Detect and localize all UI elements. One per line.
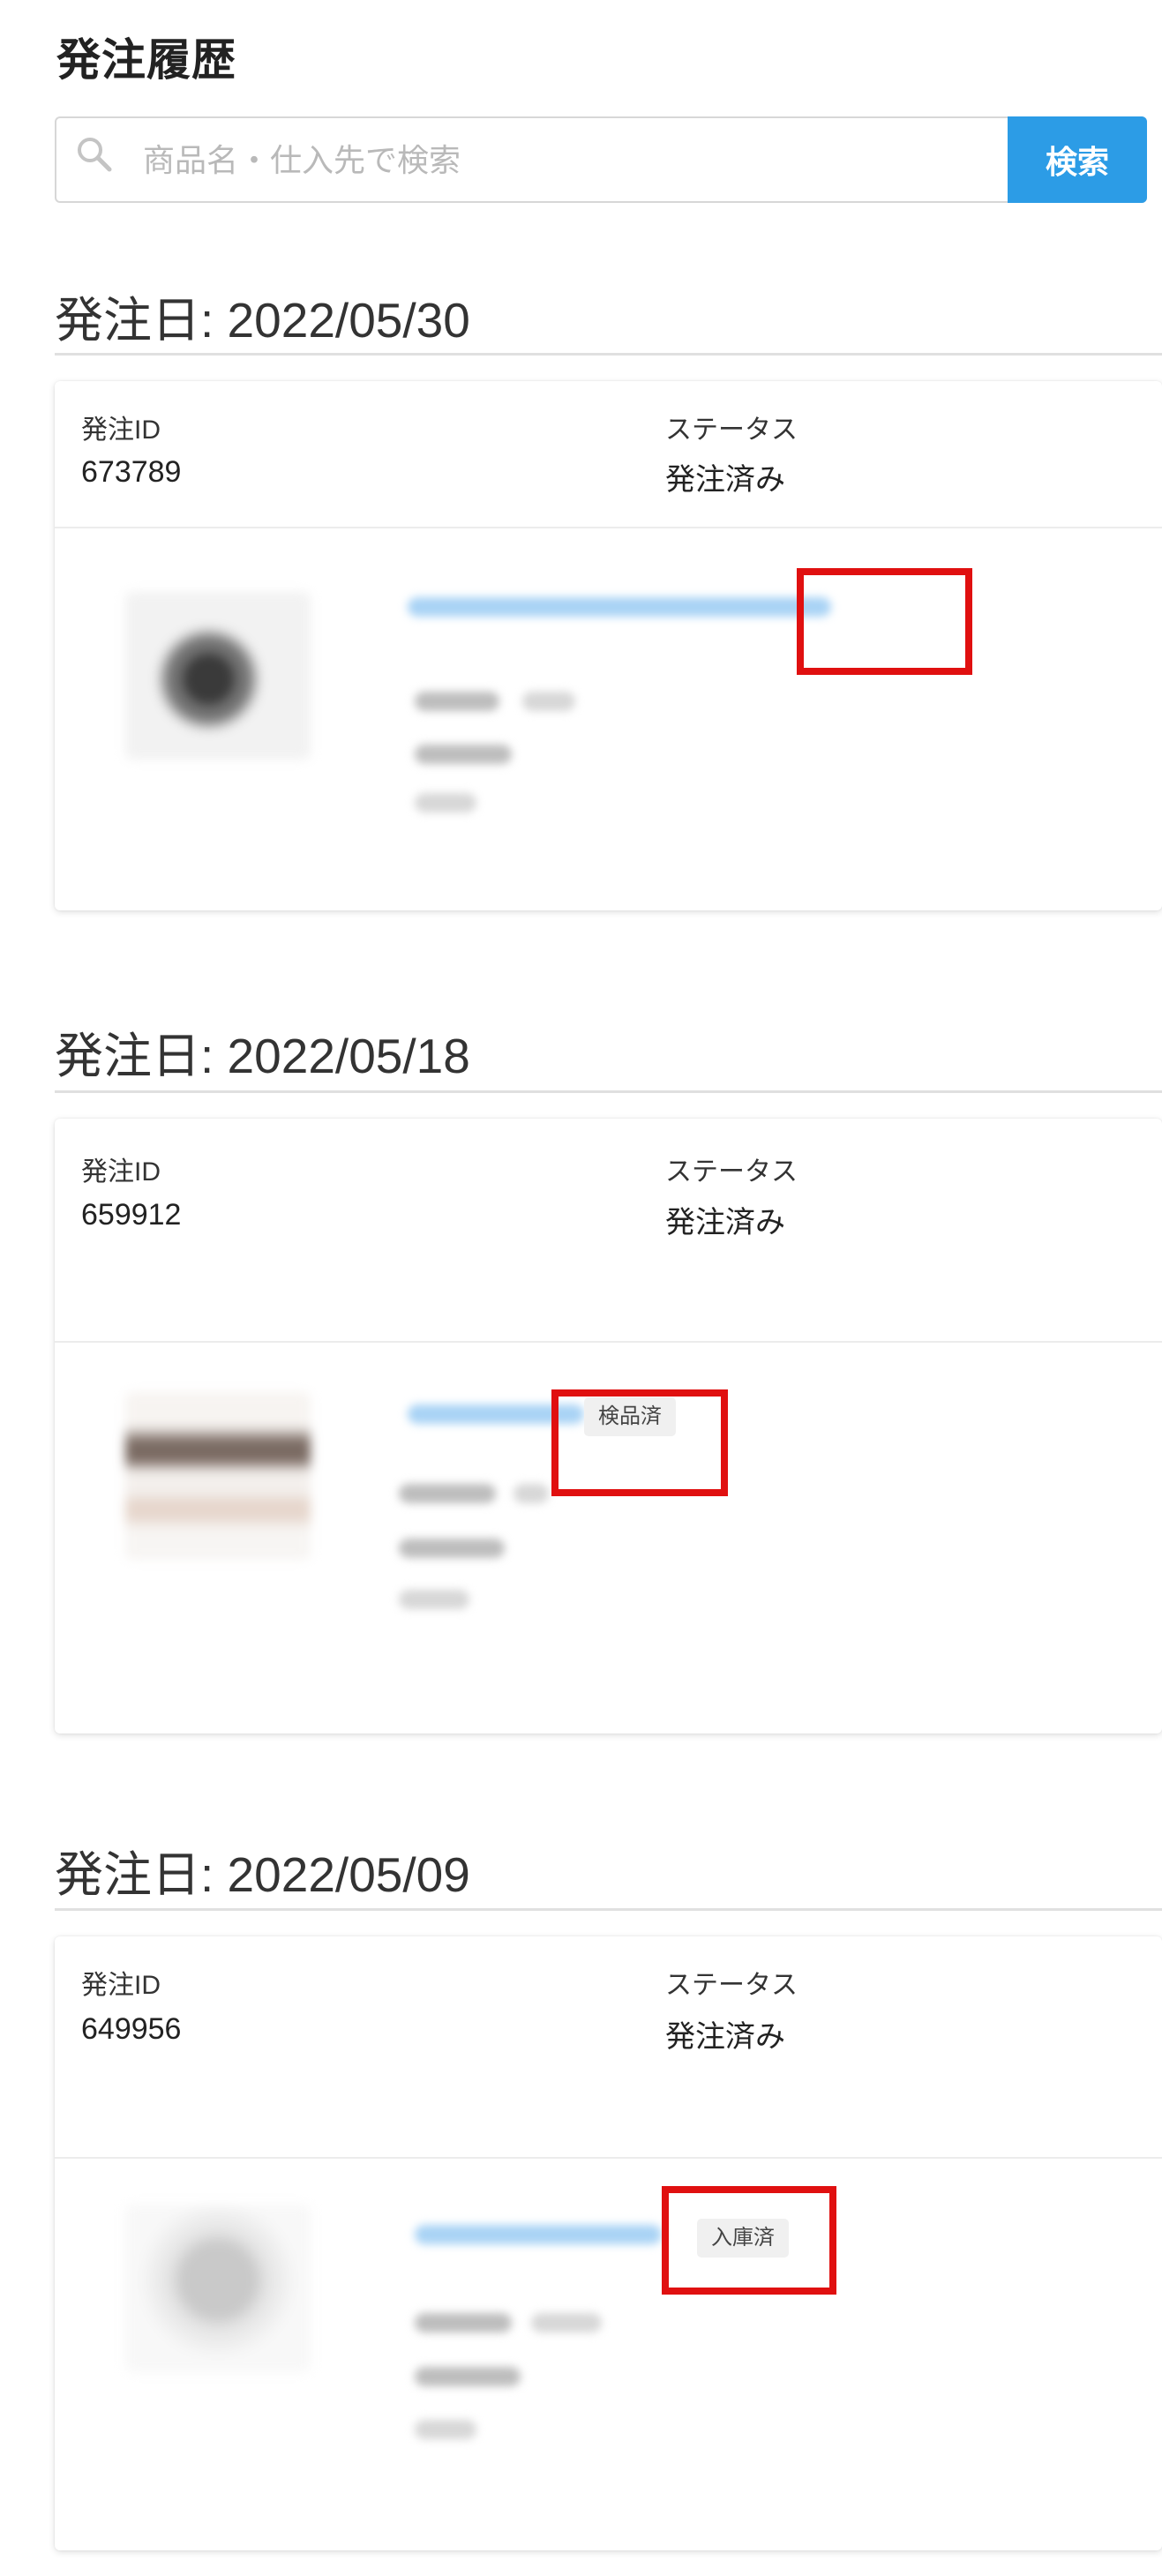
product-detail-line [415,692,499,711]
search-box [55,116,1147,203]
search-icon [78,138,112,172]
status-label: ステータス [665,416,798,445]
divider [55,1908,1162,1911]
search-input[interactable] [141,118,1027,203]
product-thumbnail [125,592,311,760]
annotation-highlight-box [551,1389,728,1496]
order-card-header: 発注ID 659912 ステータス 発注済み [55,1119,1162,1343]
product-detail-line [399,1539,505,1558]
order-history-page: 発注履歴 検索 発注日: 2022/05/30 発注ID 673789 ステータ… [0,0,1162,2576]
order-card-header: 発注ID 673789 ステータス 発注済み [55,381,1162,528]
product-detail-line [415,2367,521,2386]
order-id-value: 659912 [81,1198,182,1232]
divider [55,353,1162,356]
product-thumbnail [125,1392,311,1560]
order-date-heading: 発注日: 2022/05/30 [55,293,470,348]
product-detail-line [522,692,575,711]
order-id-value: 649956 [81,2012,182,2046]
order-item [55,528,1162,910]
order-item: 入庫済 [55,2159,1162,2550]
order-id-label: 発注ID [81,1157,161,1187]
search-button[interactable]: 検索 [1008,116,1147,203]
status-value: 発注済み [665,463,785,497]
product-detail-line [415,2420,476,2439]
status-label: ステータス [665,1971,798,2000]
product-detail-line [415,793,476,812]
product-detail-line [415,2313,512,2333]
page-title: 発注履歴 [56,35,236,85]
product-detail-line [531,2313,602,2333]
product-name-link[interactable] [408,597,831,617]
order-id-label: 発注ID [81,416,161,445]
order-card: 発注ID 649956 ステータス 発注済み 入庫済 [55,1936,1162,2550]
order-card-header: 発注ID 649956 ステータス 発注済み [55,1936,1162,2159]
product-thumbnail [125,2205,311,2372]
order-id-label: 発注ID [81,1971,161,2000]
order-card: 発注ID 673789 ステータス 発注済み [55,381,1162,910]
annotation-highlight-box [797,568,972,675]
divider [55,1090,1162,1093]
status-label: ステータス [665,1157,798,1187]
product-detail-line [399,1484,496,1503]
product-detail-line [415,745,512,764]
status-value: 発注済み [665,1206,785,1239]
product-detail-line [514,1484,549,1503]
product-detail-line [399,1590,469,1609]
order-date-heading: 発注日: 2022/05/18 [55,1029,470,1083]
status-value: 発注済み [665,2020,785,2054]
product-name-link[interactable] [415,2225,662,2244]
annotation-highlight-box [662,2186,836,2295]
order-id-value: 673789 [81,455,182,489]
order-date-heading: 発注日: 2022/05/09 [55,1847,470,1902]
